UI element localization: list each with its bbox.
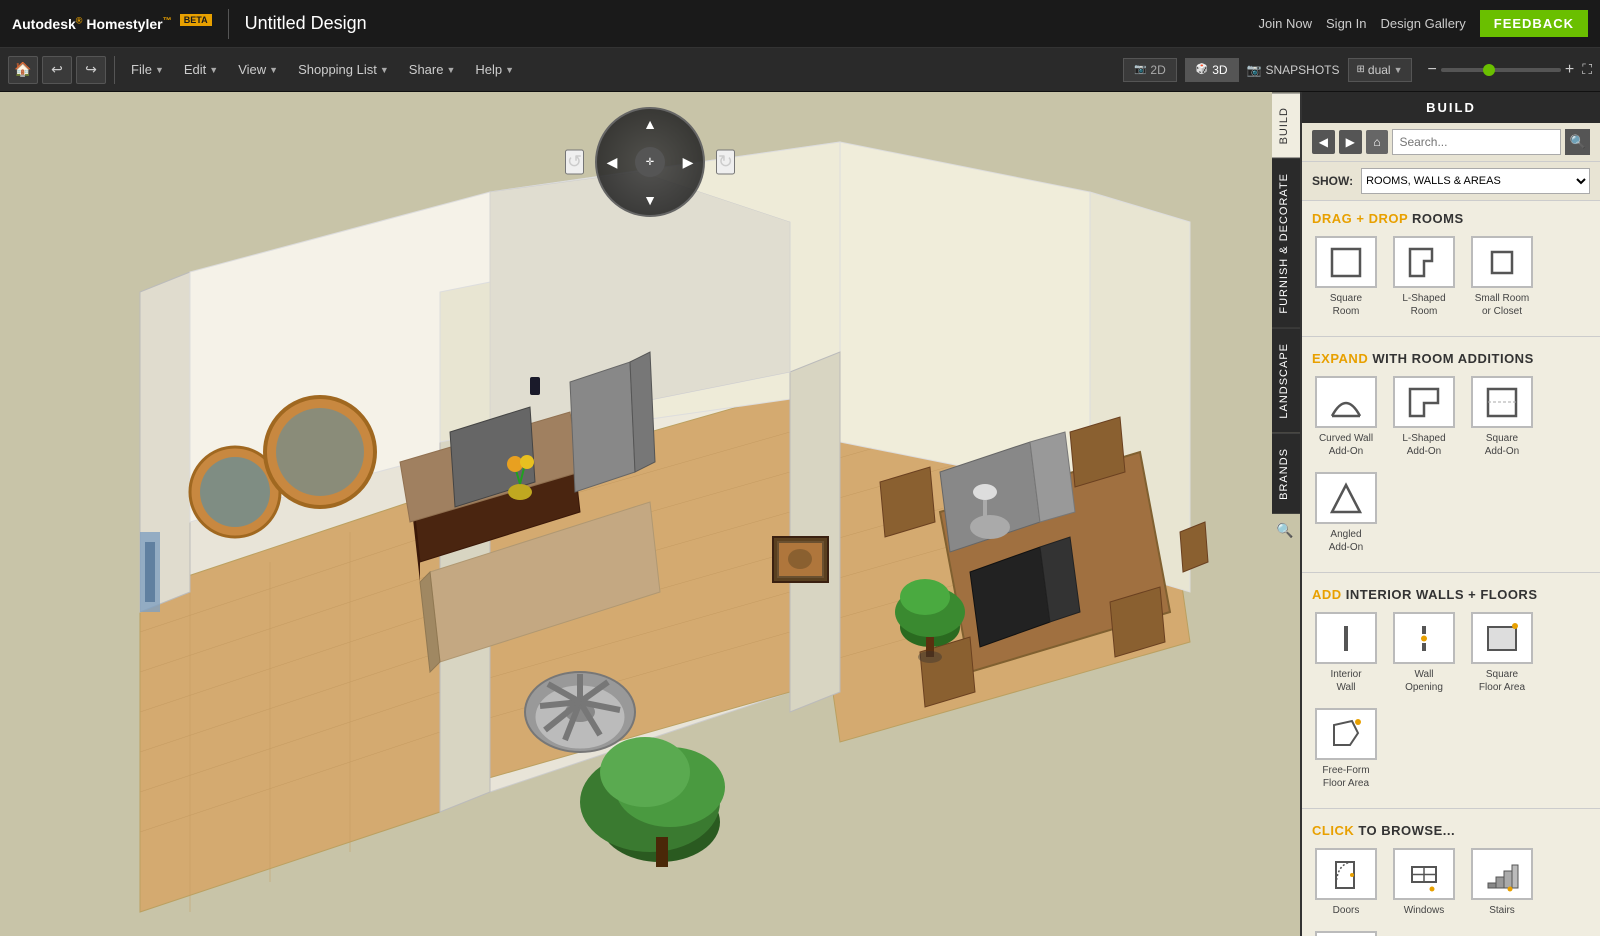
interior-grid: InteriorWall WallOpening <box>1302 608 1600 804</box>
curved-wall-item[interactable]: Curved WallAdd-On <box>1310 372 1382 462</box>
main-area: ↺ ▲ ▼ ◀ ▶ ✛ ↻ BUILD FURNISH & DECORATE <box>0 92 1600 936</box>
build-label: BUILD <box>1302 92 1600 123</box>
canvas[interactable]: ↺ ▲ ▼ ◀ ▶ ✛ ↻ <box>0 92 1300 936</box>
show-label: SHOW: <box>1312 174 1353 188</box>
browse-grid: Doors Windows <box>1302 844 1600 936</box>
divider-1 <box>1302 336 1600 337</box>
fireplaces-item[interactable]: Fireplaces <box>1310 927 1382 936</box>
topbar-right: Join Now Sign In Design Gallery FEEDBACK <box>1259 10 1588 37</box>
zoom-thumb <box>1483 64 1495 76</box>
zoom-slider[interactable] <box>1441 68 1561 72</box>
small-room-item[interactable]: Small Roomor Closet <box>1466 232 1538 322</box>
join-now-link[interactable]: Join Now <box>1259 16 1312 31</box>
furnish-decorate-tab[interactable]: FURNISH & DECORATE <box>1272 158 1300 328</box>
landscape-tab[interactable]: LANDSCAPE <box>1272 328 1300 433</box>
drag-rooms-header: DRAG + DROP ROOMS <box>1302 201 1600 232</box>
nav-down-button[interactable]: ▼ <box>640 190 660 210</box>
sign-in-link[interactable]: Sign In <box>1326 16 1366 31</box>
square-addon-item[interactable]: SquareAdd-On <box>1466 372 1538 462</box>
3d-scene <box>0 92 1300 936</box>
undo-button[interactable]: ↩ <box>42 56 72 84</box>
dual-button[interactable]: ⊞ dual ▼ <box>1348 58 1412 82</box>
divider-2 <box>1302 572 1600 573</box>
panel-nav: ◀ ▶ ⌂ 🔍 <box>1302 123 1600 162</box>
expand-button[interactable]: ⛶ <box>1582 61 1592 78</box>
logo-area: Autodesk® Homestyler™ BETA <box>12 15 212 33</box>
design-gallery-link[interactable]: Design Gallery <box>1381 16 1466 31</box>
doors-item[interactable]: Doors <box>1310 844 1382 921</box>
toolbar-divider <box>114 56 115 84</box>
share-menu[interactable]: Share ▼ <box>401 58 464 81</box>
doc-title: Untitled Design <box>245 13 367 34</box>
square-room-item[interactable]: SquareRoom <box>1310 232 1382 322</box>
freeform-floor-item[interactable]: Free-FormFloor Area <box>1310 704 1382 794</box>
angled-addon-item[interactable]: AngledAdd-On <box>1310 468 1382 558</box>
expand-header: EXPAND WITH ROOM ADDITIONS <box>1302 341 1600 372</box>
magnify-button[interactable]: 🔍 <box>1276 522 1293 539</box>
windows-item[interactable]: Windows <box>1388 844 1460 921</box>
rotate-right-button[interactable]: ↻ <box>716 150 735 175</box>
build-tab[interactable]: BUILD <box>1272 92 1300 158</box>
nav-up-button[interactable]: ▲ <box>640 114 660 134</box>
logo-text: Autodesk® Homestyler™ BETA <box>12 15 212 33</box>
toolbar-right: 📷 2D 🎲 3D 📷 SNAPSHOTS ⊞ dual ▼ − + ⛶ <box>1123 58 1592 82</box>
panel-back-button[interactable]: ◀ <box>1312 130 1335 154</box>
l-shaped-addon-item[interactable]: L-ShapedAdd-On <box>1388 372 1460 462</box>
show-select[interactable]: ROOMS, WALLS & AREAS FLOORS ONLY ROOMS O… <box>1361 168 1590 194</box>
stairs-item[interactable]: Stairs <box>1466 844 1538 921</box>
show-row: SHOW: ROOMS, WALLS & AREAS FLOORS ONLY R… <box>1302 162 1600 201</box>
divider-3 <box>1302 808 1600 809</box>
zoom-minus-button[interactable]: − <box>1428 61 1437 79</box>
edit-menu[interactable]: Edit ▼ <box>176 58 226 81</box>
interior-header: ADD INTERIOR WALLS + FLOORS <box>1302 577 1600 608</box>
help-menu[interactable]: Help ▼ <box>467 58 522 81</box>
square-floor-item[interactable]: SquareFloor Area <box>1466 608 1538 698</box>
nav-left-button[interactable]: ◀ <box>602 152 622 172</box>
nav-ring: ▲ ▼ ◀ ▶ ✛ <box>595 107 705 217</box>
right-panel: BUILD ◀ ▶ ⌂ 🔍 SHOW: ROOMS, WALLS & AREAS… <box>1300 92 1600 936</box>
redo-button[interactable]: ↪ <box>76 56 106 84</box>
navigation-control: ↺ ▲ ▼ ◀ ▶ ✛ ↻ <box>595 107 705 217</box>
file-menu[interactable]: File ▼ <box>123 58 172 81</box>
zoom-plus-button[interactable]: + <box>1565 61 1574 79</box>
additions-grid: Curved WallAdd-On L-ShapedAdd-On <box>1302 372 1600 568</box>
panel-content: DRAG + DROP ROOMS SquareRoom <box>1302 201 1600 936</box>
side-tabs: BUILD FURNISH & DECORATE LANDSCAPE BRAND… <box>1272 92 1300 548</box>
browse-header: CLICK TO BROWSE... <box>1302 813 1600 844</box>
panel-forward-button[interactable]: ▶ <box>1339 130 1362 154</box>
toolbar: 🏠 ↩ ↪ File ▼ Edit ▼ View ▼ Shopping List… <box>0 48 1600 92</box>
snapshots-button[interactable]: 📷 SNAPSHOTS <box>1247 63 1340 77</box>
l-shaped-room-item[interactable]: L-ShapedRoom <box>1388 232 1460 322</box>
shopping-list-menu[interactable]: Shopping List ▼ <box>290 58 397 81</box>
mode-3d-button[interactable]: 🎲 3D <box>1185 58 1239 82</box>
panel-home-button[interactable]: ⌂ <box>1366 130 1389 154</box>
home-button[interactable]: 🏠 <box>8 56 38 84</box>
feedback-button[interactable]: FEEDBACK <box>1480 10 1588 37</box>
view-menu[interactable]: View ▼ <box>230 58 286 81</box>
title-divider <box>228 9 229 39</box>
panel-search-button[interactable]: 🔍 <box>1565 129 1590 155</box>
wall-opening-item[interactable]: WallOpening <box>1388 608 1460 698</box>
rooms-grid: SquareRoom L-ShapedRoom <box>1302 232 1600 332</box>
nav-right-button[interactable]: ▶ <box>678 152 698 172</box>
zoom-bar: − + <box>1428 61 1575 79</box>
brands-tab[interactable]: BRANDS <box>1272 433 1300 514</box>
panel-search-input[interactable] <box>1392 129 1561 155</box>
mode-2d-button[interactable]: 📷 2D <box>1123 58 1177 82</box>
interior-wall-item[interactable]: InteriorWall <box>1310 608 1382 698</box>
topbar: Autodesk® Homestyler™ BETA Untitled Desi… <box>0 0 1600 48</box>
rotate-left-button[interactable]: ↺ <box>565 150 584 175</box>
